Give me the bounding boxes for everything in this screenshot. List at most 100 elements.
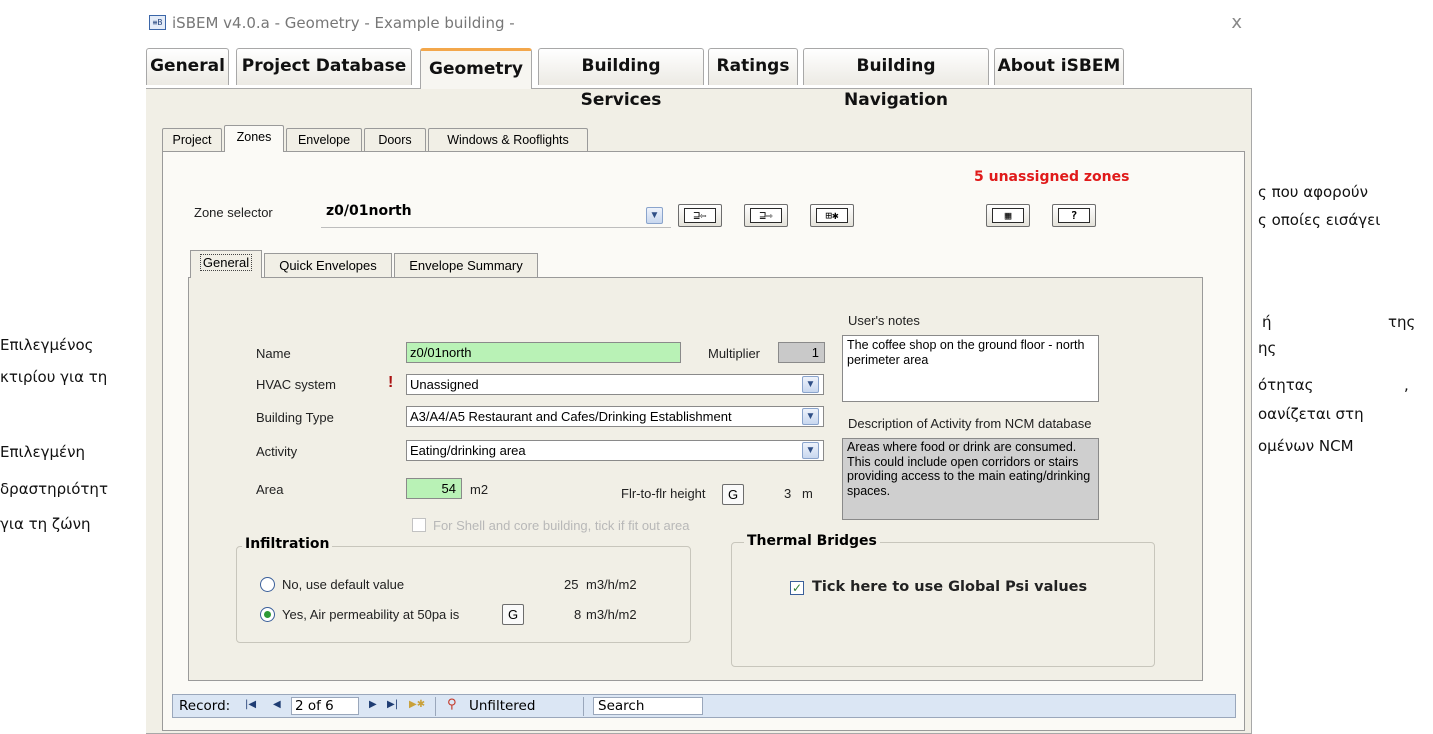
- copy-zone-icon: ⊒⇨: [750, 208, 782, 223]
- window-title: iSBEM v4.0.a - Geometry - Example buildi…: [172, 14, 515, 32]
- zone-table-button[interactable]: ▦: [986, 204, 1030, 227]
- record-label: Record:: [179, 698, 231, 714]
- doc-text-right-7: ,: [1404, 376, 1409, 394]
- delete-zone-button[interactable]: ⊞✱: [810, 204, 854, 227]
- floor-to-floor-height-label: Flr-to-flr height: [621, 486, 706, 501]
- innertab-quick-envelopes[interactable]: Quick Envelopes: [264, 253, 392, 277]
- doc-text-left-4: δραστηριότητ: [0, 480, 108, 498]
- add-zone-icon: ⊒⇦: [684, 208, 716, 223]
- multiplier-label: Multiplier: [708, 346, 761, 361]
- area-input[interactable]: 54: [406, 478, 462, 499]
- building-type-select[interactable]: A3/A4/A5 Restaurant and Cafes/Drinking E…: [406, 406, 824, 427]
- warning-icon: !: [388, 374, 394, 391]
- copy-zone-button[interactable]: ⊒⇨: [744, 204, 788, 227]
- help-button[interactable]: ?: [1052, 204, 1096, 227]
- flr-height-global-button[interactable]: G: [722, 484, 744, 505]
- doc-text-right-1: ς που αφορούν: [1258, 183, 1368, 201]
- hvac-system-label: HVAC system: [256, 377, 336, 392]
- activity-chevron-down-icon[interactable]: ▼: [802, 442, 819, 459]
- tab-geometry[interactable]: Geometry: [420, 48, 532, 89]
- subtab-windows-rooflights[interactable]: Windows & Rooflights: [428, 128, 588, 151]
- doc-text-right-4: της: [1388, 313, 1416, 331]
- users-notes-label: User's notes: [848, 313, 920, 328]
- help-icon: ?: [1058, 208, 1090, 223]
- building-type-label: Building Type: [256, 410, 334, 425]
- search-input[interactable]: Search: [593, 697, 703, 715]
- previous-record-icon[interactable]: ◀: [273, 699, 281, 710]
- subtab-project[interactable]: Project: [162, 128, 222, 151]
- infiltration-global-button[interactable]: G: [502, 604, 524, 625]
- doc-text-right-8: οανίζεται στη: [1258, 405, 1364, 423]
- thermal-bridges-title: Thermal Bridges: [744, 533, 880, 549]
- global-psi-checkbox[interactable]: ✓: [790, 581, 804, 595]
- title-bar: ≡B iSBEM v4.0.a - Geometry - Example bui…: [146, 8, 1258, 38]
- zone-selector-chevron-down-icon[interactable]: ▼: [646, 207, 663, 224]
- doc-text-right-3: ή: [1262, 313, 1272, 331]
- infiltration-measured-value: 8: [574, 607, 582, 622]
- filter-icon: ⚲: [447, 697, 457, 712]
- doc-text-right-9: ομένων NCM: [1258, 437, 1354, 455]
- building-type-chevron-down-icon[interactable]: ▼: [802, 408, 819, 425]
- add-zone-button[interactable]: ⊒⇦: [678, 204, 722, 227]
- application-window: ≡B iSBEM v4.0.a - Geometry - Example bui…: [146, 8, 1258, 734]
- infiltration-default-unit: m3/h/m2: [586, 577, 637, 592]
- zone-selector-dropdown[interactable]: z0/01north: [326, 203, 412, 219]
- doc-text-left-2: κτιρίου για τη: [0, 368, 108, 386]
- ncm-description-text: Areas where food or drink are consumed. …: [842, 438, 1099, 520]
- delete-zone-icon: ⊞✱: [816, 208, 848, 223]
- doc-text-left-3: Επιλεγμένη: [0, 443, 85, 461]
- doc-text-left-1: Επιλεγμένος: [0, 336, 94, 354]
- doc-text-left-5: για τη ζώνη: [0, 515, 91, 533]
- area-label: Area: [256, 482, 284, 497]
- tab-ratings[interactable]: Ratings: [708, 48, 798, 85]
- users-notes-textarea[interactable]: The coffee shop on the ground floor - no…: [842, 335, 1099, 402]
- infiltration-measured-radio[interactable]: [260, 607, 275, 622]
- doc-text-right-6: ότητας: [1258, 376, 1314, 394]
- zone-selector-underline: [321, 227, 671, 228]
- tab-building-navigation[interactable]: Building Navigation: [803, 48, 989, 110]
- name-label: Name: [256, 346, 291, 361]
- infiltration-default-value: 25: [564, 577, 579, 592]
- infiltration-default-radio[interactable]: [260, 577, 275, 592]
- thermal-bridges-group: [731, 542, 1155, 667]
- tab-building-services[interactable]: Building Services: [538, 48, 704, 110]
- close-button[interactable]: x: [1231, 12, 1242, 33]
- innertab-envelope-summary[interactable]: Envelope Summary: [394, 253, 538, 277]
- flr-height-value: 3: [784, 486, 792, 501]
- activity-select[interactable]: Eating/drinking area: [406, 440, 824, 461]
- hvac-system-select[interactable]: Unassigned: [406, 374, 824, 395]
- tab-about-isbem[interactable]: About iSBEM: [994, 48, 1124, 85]
- filter-status-button[interactable]: Unfiltered: [469, 698, 535, 714]
- infiltration-title: Infiltration: [242, 536, 333, 552]
- infiltration-default-label: No, use default value: [282, 577, 405, 592]
- activity-label: Activity: [256, 444, 298, 459]
- first-record-icon[interactable]: |◀: [245, 699, 256, 710]
- subtab-envelope[interactable]: Envelope: [286, 128, 362, 151]
- new-record-icon[interactable]: ▶✱: [409, 699, 425, 710]
- name-input[interactable]: z0/01north: [406, 342, 681, 363]
- doc-text-right-5: ης: [1258, 339, 1277, 357]
- last-record-icon[interactable]: ▶|: [387, 699, 398, 710]
- tab-project-database[interactable]: Project Database: [236, 48, 412, 85]
- current-record-input[interactable]: 2 of 6: [291, 697, 359, 715]
- isbem-app-icon: ≡B: [149, 15, 166, 30]
- table-icon: ▦: [992, 208, 1024, 223]
- innertab-general-label: General: [199, 254, 253, 271]
- innertab-general[interactable]: General: [190, 250, 262, 278]
- infiltration-group: [236, 546, 691, 643]
- multiplier-input[interactable]: 1: [778, 342, 825, 363]
- ncm-description-label: Description of Activity from NCM databas…: [848, 416, 1092, 431]
- subtab-zones[interactable]: Zones: [224, 125, 284, 152]
- hvac-chevron-down-icon[interactable]: ▼: [802, 376, 819, 393]
- subtab-doors[interactable]: Doors: [364, 128, 426, 151]
- shell-core-checkbox[interactable]: [412, 518, 426, 532]
- next-record-icon[interactable]: ▶: [369, 699, 377, 710]
- zone-selector-label: Zone selector: [194, 205, 273, 220]
- area-unit: m2: [470, 482, 489, 497]
- separator: [435, 697, 436, 716]
- tab-general[interactable]: General: [146, 48, 229, 85]
- doc-text-right-2: ς οποίες εισάγει: [1258, 211, 1381, 229]
- infiltration-measured-unit: m3/h/m2: [586, 607, 637, 622]
- flr-height-unit: m: [802, 486, 813, 501]
- separator: [583, 697, 584, 716]
